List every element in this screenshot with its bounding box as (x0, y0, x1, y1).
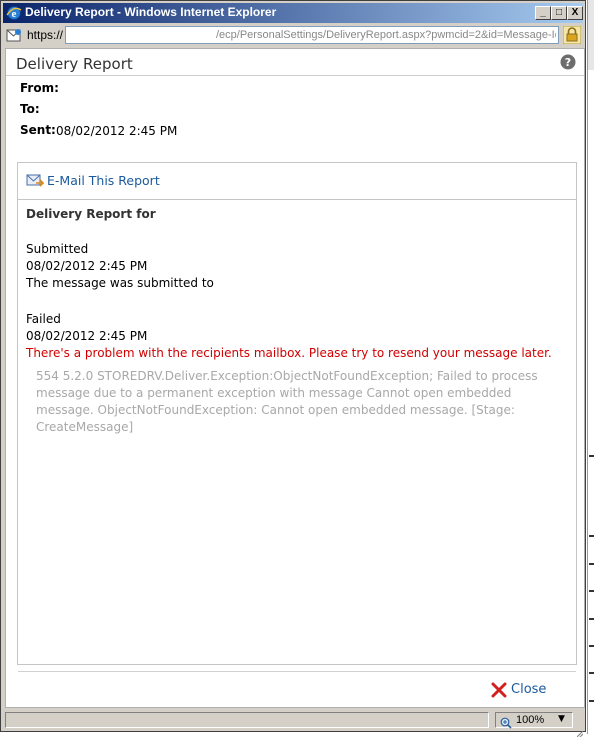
resize-grip-icon[interactable] (576, 722, 584, 738)
background-window-mark (589, 645, 594, 647)
maximize-button[interactable]: □ (551, 6, 567, 20)
zoom-dropdown-icon[interactable]: ▼ (558, 714, 565, 724)
page-title: Delivery Report (16, 55, 133, 73)
zoom-icon (500, 714, 512, 729)
address-protocol: https:// (27, 28, 64, 42)
report-toolbar: E-Mail This Report (18, 163, 576, 200)
background-window-edge (587, 0, 594, 734)
to-label: To: (20, 102, 40, 116)
failed-time: 08/02/2012 2:45 PM (26, 329, 148, 343)
background-window-mark (589, 563, 594, 565)
address-path: /ecp/PersonalSettings/DeliveryReport.asp… (216, 29, 556, 41)
report-heading: Delivery Report for (26, 207, 156, 221)
title-divider (6, 75, 584, 76)
svg-text:?: ? (565, 56, 571, 69)
browser-window: e Delivery Report - Windows Internet Exp… (0, 0, 586, 738)
title-bar[interactable]: e Delivery Report - Windows Internet Exp… (3, 3, 583, 23)
background-window-mark (589, 590, 594, 592)
address-input[interactable]: /ecp/PersonalSettings/DeliveryReport.asp… (65, 26, 559, 44)
address-bar: https:// /ecp/PersonalSettings/DeliveryR… (3, 24, 583, 46)
footer-divider (18, 671, 576, 672)
close-label: Close (511, 682, 547, 697)
email-report-link[interactable]: E-Mail This Report (47, 173, 160, 188)
close-window-button[interactable]: X (567, 6, 583, 20)
submitted-status: Submitted (26, 242, 89, 256)
close-button[interactable]: Close (490, 681, 556, 699)
background-window-mark (589, 700, 594, 702)
status-text-area (5, 712, 489, 728)
error-message: There's a problem with the recipients ma… (26, 346, 552, 360)
window-title: Delivery Report - Windows Internet Explo… (25, 5, 277, 19)
background-window-mark (589, 618, 594, 620)
background-window-mark (589, 672, 594, 674)
failed-status: Failed (26, 312, 61, 326)
sent-label: Sent: (20, 123, 56, 137)
error-detail: 554 5.2.0 STOREDRV.Deliver.Exception:Obj… (36, 369, 538, 434)
from-label: From: (20, 81, 59, 95)
report-page: Delivery Report ? From: To: Sent: 08/02/… (5, 48, 585, 708)
zoom-control[interactable]: 100% ▼ (495, 712, 573, 729)
minimize-button[interactable]: _ (535, 6, 551, 20)
background-window-mark (589, 535, 594, 537)
email-report-icon[interactable] (26, 172, 45, 188)
help-icon[interactable]: ? (560, 54, 576, 70)
submitted-time: 08/02/2012 2:45 PM (26, 259, 148, 273)
ie-icon: e (6, 5, 22, 21)
submitted-text: The message was submitted to (26, 276, 214, 290)
background-window-toolbar (588, 0, 594, 70)
page-icon (6, 27, 22, 43)
lock-icon[interactable] (562, 25, 582, 45)
close-x-icon (490, 682, 508, 698)
sent-value: 08/02/2012 2:45 PM (56, 124, 178, 138)
background-window-mark (589, 455, 594, 457)
report-panel: E-Mail This Report Delivery Report for S… (17, 162, 577, 665)
status-bar: 100% ▼ (3, 710, 584, 738)
zoom-level: 100% (516, 714, 545, 726)
